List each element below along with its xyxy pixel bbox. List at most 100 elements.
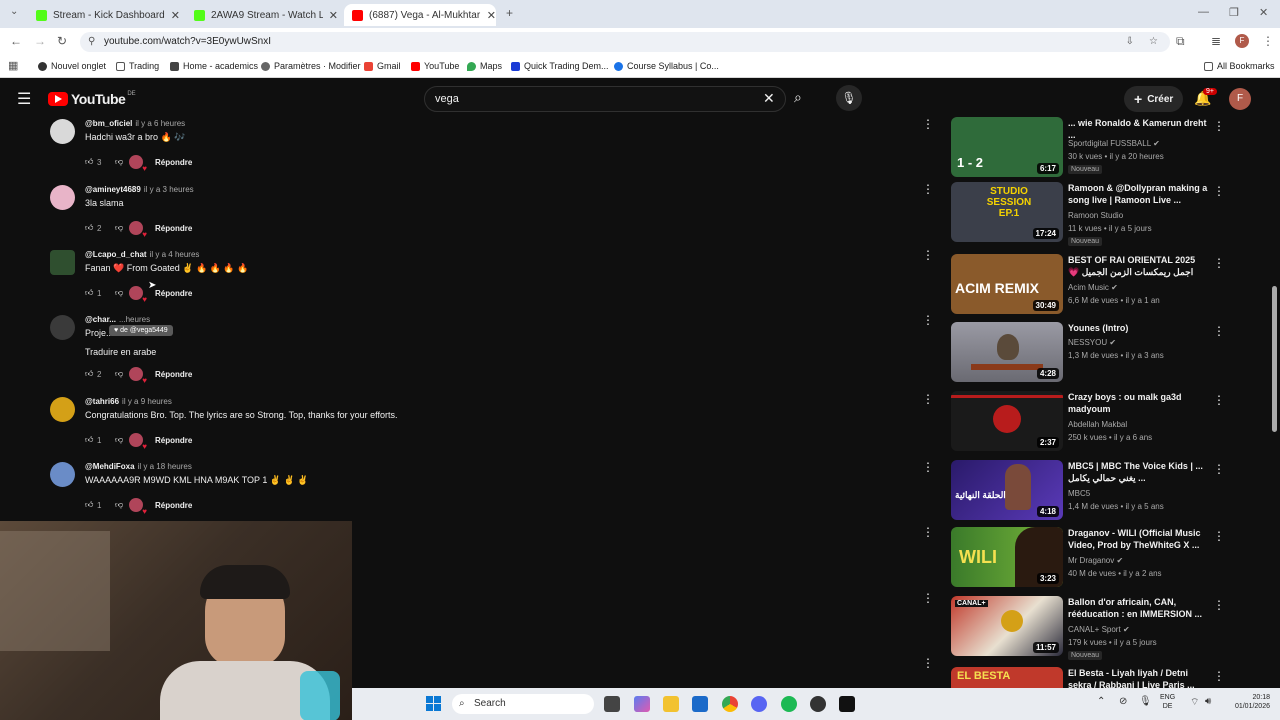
tray-app-icon[interactable]: ⊘ <box>1119 696 1127 707</box>
copilot-icon[interactable] <box>634 696 650 712</box>
tab-kick-watch[interactable]: 2AWA9 Stream - Watch Live on ✕ <box>186 4 338 26</box>
search-icon[interactable]: ⌕ <box>794 89 802 106</box>
youtube-logo[interactable]: YouTube DE <box>48 91 136 107</box>
video-title[interactable]: Younes (Intro) <box>1068 322 1208 334</box>
related-video[interactable]: 1 - 2 6:17 ... wie Ronaldo & Kamerun dre… <box>951 117 1225 179</box>
close-icon[interactable]: ✕ <box>487 9 496 22</box>
chrome-icon[interactable] <box>722 696 738 712</box>
channel-name[interactable]: Sportdigital FUSSBALL ✔ <box>1068 139 1160 148</box>
create-button[interactable]: + Créer <box>1124 86 1184 112</box>
menu-icon[interactable]: ⋮ <box>1262 34 1274 48</box>
like-icon[interactable]: 👍︎ <box>85 369 97 379</box>
translate-link[interactable]: Traduire en arabe <box>85 347 156 357</box>
more-options-icon[interactable]: ⋮ <box>1213 598 1225 612</box>
like-icon[interactable]: 👍︎ <box>85 223 97 233</box>
video-title[interactable]: Crazy boys : ou malk ga3d madyoum <box>1068 391 1208 415</box>
bookmark-item[interactable]: Home - academics <box>170 61 258 71</box>
more-options-icon[interactable]: ⋮ <box>922 460 934 474</box>
video-thumbnail[interactable]: 2:37 <box>951 391 1063 451</box>
video-title[interactable]: BEST OF RAI ORIENTAL 2025 💗 اجمل ريمكسات… <box>1068 254 1208 278</box>
like-icon[interactable]: 👍︎ <box>85 288 97 298</box>
video-thumbnail[interactable]: 4:28 <box>951 322 1063 382</box>
reply-button[interactable]: Répondre <box>155 370 192 379</box>
channel-name[interactable]: Mr Draganov ✔ <box>1068 556 1123 565</box>
tab-kick-dashboard[interactable]: Stream - Kick Dashboard ✕ <box>28 4 180 26</box>
bookmark-item[interactable]: Gmail <box>364 61 401 71</box>
video-thumbnail[interactable]: CANAL+ 11:57 <box>951 596 1063 656</box>
video-thumbnail[interactable]: EL BESTA <box>951 667 1063 688</box>
bookmark-item[interactable]: Nouvel onglet <box>38 61 106 71</box>
related-video[interactable]: CANAL+ 11:57 Ballon d'or africain, CAN, … <box>951 596 1225 660</box>
clock[interactable]: 20:18 01/01/2026 <box>1224 693 1270 711</box>
more-options-icon[interactable]: ⋮ <box>922 248 934 262</box>
like-icon[interactable]: 👍︎ <box>85 500 97 510</box>
more-options-icon[interactable]: ⋮ <box>1213 462 1225 476</box>
back-icon[interactable]: ← <box>10 34 22 48</box>
video-title[interactable]: Draganov - WILI (Official Music Video, P… <box>1068 527 1208 551</box>
more-options-icon[interactable]: ⋮ <box>922 656 934 670</box>
bookmark-item[interactable]: Trading <box>116 61 159 71</box>
extensions-icon[interactable]: ⧉ <box>1176 34 1185 49</box>
video-title[interactable]: MBC5 | MBC The Voice Kids | ... يغني حما… <box>1068 460 1208 484</box>
avatar[interactable] <box>50 397 75 422</box>
more-options-icon[interactable]: ⋮ <box>1213 529 1225 543</box>
forward-icon[interactable]: → <box>34 34 46 48</box>
related-video[interactable]: EL BESTA El Besta - Liyah liyah / Detni … <box>951 667 1221 688</box>
more-options-icon[interactable]: ⋮ <box>1213 393 1225 407</box>
video-thumbnail[interactable]: ACIM REMIX 30:49 <box>951 254 1063 314</box>
avatar[interactable] <box>50 185 75 210</box>
more-options-icon[interactable]: ⋮ <box>922 182 934 196</box>
related-video[interactable]: ACIM REMIX 30:49 BEST OF RAI ORIENTAL 20… <box>951 254 1225 316</box>
more-options-icon[interactable]: ⋮ <box>922 591 934 605</box>
tray-chevron-icon[interactable]: ⌃ <box>1097 696 1105 707</box>
video-title[interactable]: Ballon d'or africain, CAN, rééducation :… <box>1068 596 1208 620</box>
video-title[interactable]: El Besta - Liyah liyah / Detni sekra / R… <box>1068 667 1208 688</box>
dislike-icon[interactable]: 👎︎ <box>115 223 129 233</box>
video-thumbnail[interactable]: 1 - 2 6:17 <box>951 117 1063 177</box>
more-options-icon[interactable]: ⋮ <box>922 313 934 327</box>
dislike-icon[interactable]: 👎︎ <box>115 369 129 379</box>
more-options-icon[interactable]: ⋮ <box>1213 256 1225 270</box>
channel-name[interactable]: Acim Music ✔ <box>1068 283 1118 292</box>
avatar[interactable] <box>50 315 75 340</box>
like-icon[interactable]: 👍︎ <box>85 157 97 167</box>
video-title[interactable]: ... wie Ronaldo & Kamerun dreht ... <box>1068 117 1208 141</box>
video-thumbnail[interactable]: WILI 3:23 <box>951 527 1063 587</box>
reply-button[interactable]: Répondre <box>155 158 192 167</box>
channel-name[interactable]: NESSYOU ✔ <box>1068 338 1116 347</box>
bookmark-item[interactable]: Course Syllabus | Co... <box>614 61 719 71</box>
related-video[interactable]: WILI 3:23 Draganov - WILI (Official Musi… <box>951 527 1225 589</box>
related-video[interactable]: 4:28 Younes (Intro) NESSYOU ✔ 1,3 M de v… <box>951 322 1225 384</box>
related-video[interactable]: STUDIO SESSION EP.1 17:24 Ramoon & @Doll… <box>951 182 1225 246</box>
file-explorer-icon[interactable] <box>663 696 679 712</box>
bookmark-star-icon[interactable]: ☆ <box>1149 32 1158 52</box>
related-video[interactable]: الحلقة النهائية 4:18 MBC5 | MBC The Voic… <box>951 460 1225 522</box>
reading-list-icon[interactable]: ≣ <box>1211 34 1221 48</box>
maximize-icon[interactable]: ❐ <box>1229 6 1239 19</box>
tab-search-icon[interactable]: ⌄ <box>10 6 18 17</box>
language-indicator[interactable]: ENG DE <box>1160 693 1175 711</box>
url-field[interactable]: ⚲ youtube.com/watch?v=3E0ywUwSnxI ⇩ ☆ <box>80 32 1170 52</box>
obs-icon[interactable] <box>810 696 826 712</box>
scrollbar-thumb[interactable] <box>1272 286 1277 432</box>
bookmark-item[interactable]: Quick Trading Dem... <box>511 61 609 71</box>
avatar[interactable] <box>50 250 75 275</box>
dislike-icon[interactable]: 👎︎ <box>115 500 129 510</box>
avatar[interactable] <box>50 462 75 487</box>
reply-button[interactable]: Répondre <box>155 436 192 445</box>
account-avatar[interactable]: F <box>1229 88 1251 110</box>
more-options-icon[interactable]: ⋮ <box>922 117 934 131</box>
wifi-icon[interactable]: ⌔ <box>1190 696 1199 709</box>
hamburger-menu-icon[interactable]: ☰ <box>17 89 31 109</box>
tab-youtube-vega[interactable]: (6887) Vega - Al-Mukhtar ( Ep ✕ <box>344 4 496 26</box>
spotify-icon[interactable] <box>781 696 797 712</box>
windows-start-icon[interactable] <box>426 696 442 712</box>
channel-name[interactable]: Abdellah Makbal <box>1068 420 1127 429</box>
more-options-icon[interactable]: ⋮ <box>1213 669 1221 683</box>
video-thumbnail[interactable]: الحلقة النهائية 4:18 <box>951 460 1063 520</box>
discord-icon[interactable] <box>751 696 767 712</box>
video-thumbnail[interactable]: STUDIO SESSION EP.1 17:24 <box>951 182 1063 242</box>
profile-avatar[interactable]: F <box>1235 34 1249 48</box>
close-icon[interactable]: ✕ <box>329 9 338 22</box>
window-close-icon[interactable]: ✕ <box>1259 6 1268 19</box>
